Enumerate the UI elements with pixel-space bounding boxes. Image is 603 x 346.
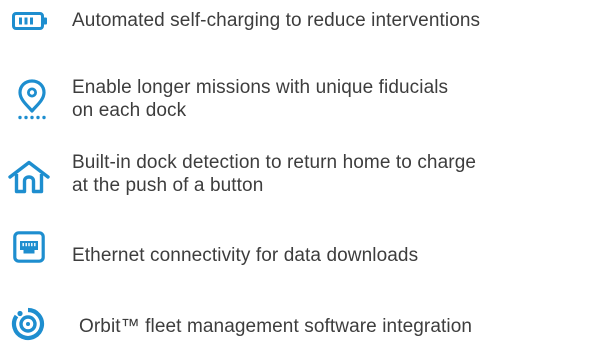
feature-item-self-charging: Automated self-charging to reduce interv…	[0, 0, 603, 40]
feature-line: Ethernet connectivity for data downloads	[72, 245, 419, 266]
feature-text: Built-in dock detection to return home t…	[72, 151, 476, 197]
feature-line: Orbit™ fleet management software integra…	[79, 316, 473, 337]
feature-line: on each dock	[72, 100, 187, 121]
feature-item-dock-detection: Built-in dock detection to return home t…	[0, 146, 603, 206]
feature-line: Built-in dock detection to return home t…	[72, 152, 477, 173]
feature-text: Ethernet connectivity for data downloads	[72, 244, 418, 267]
feature-text: Automated self-charging to reduce interv…	[72, 9, 480, 32]
feature-text: Orbit™ fleet management software integra…	[79, 315, 472, 338]
orbit-icon	[11, 307, 45, 341]
location-pin-icon	[18, 79, 46, 120]
home-icon	[8, 160, 50, 194]
battery-icon	[12, 12, 47, 30]
feature-line: Enable longer missions with unique fiduc…	[72, 77, 449, 98]
feature-line: at the push of a button	[72, 175, 264, 196]
feature-item-fiducials: Enable longer missions with unique fiduc…	[0, 72, 603, 132]
feature-item-ethernet: Ethernet connectivity for data downloads	[0, 226, 603, 276]
feature-item-orbit: Orbit™ fleet management software integra…	[0, 300, 603, 346]
ethernet-port-icon	[13, 231, 45, 263]
feature-line: Automated self-charging to reduce interv…	[72, 10, 481, 31]
feature-text: Enable longer missions with unique fiduc…	[72, 76, 448, 122]
